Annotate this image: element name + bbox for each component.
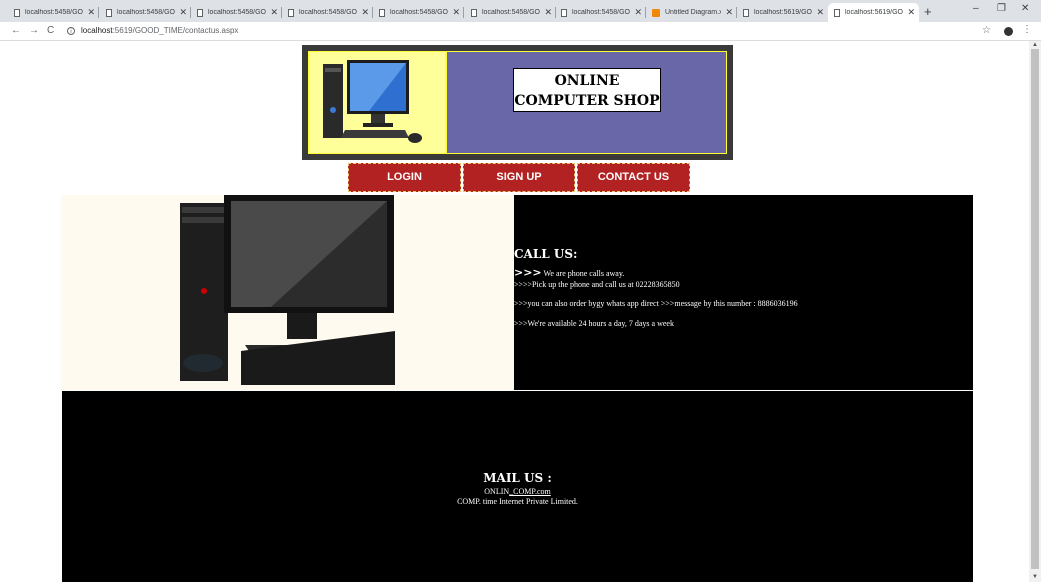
call-us-line-1-text: We are phone calls away. — [541, 269, 625, 278]
page-icon — [743, 8, 749, 17]
page-icon — [471, 8, 477, 17]
header-computer-image — [309, 52, 447, 153]
desktop-pc-image — [180, 195, 395, 385]
call-us-heading: CALL US: — [514, 247, 578, 261]
tab-separator — [463, 7, 464, 18]
browser-tab[interactable]: localhost:5458/GOO ✕ — [191, 3, 282, 22]
contact-us-button[interactable]: CONTACT US — [577, 163, 690, 192]
arrows-glyph: >>> — [514, 266, 542, 279]
diagram-icon — [652, 8, 660, 17]
new-tab-button[interactable]: + — [924, 4, 932, 19]
site-title-box: ONLINE COMPUTER SHOP — [513, 68, 661, 112]
close-tab-icon[interactable]: ✕ — [816, 7, 824, 18]
url-path: :5619/GOOD_TIME/contactus.aspx — [112, 26, 239, 35]
product-image-panel — [61, 195, 514, 390]
mail-address-link[interactable]: _COMP.com — [509, 487, 551, 496]
close-tab-icon[interactable]: ✕ — [179, 7, 187, 18]
forward-icon[interactable]: → — [29, 25, 39, 36]
info-icon[interactable]: i — [67, 26, 75, 35]
tab-title: localhost:5458/GOO — [208, 9, 267, 16]
page-icon — [197, 8, 203, 17]
mail-us-heading: MAIL US : — [483, 471, 552, 485]
page-icon — [106, 8, 112, 17]
close-tab-icon[interactable]: ✕ — [634, 7, 642, 18]
tab-title: localhost:5458/GOO — [117, 9, 176, 16]
desktop-computer-icon — [323, 60, 422, 143]
browser-tab[interactable]: localhost:5458/GOO ✕ — [465, 3, 556, 22]
scroll-up-icon[interactable]: ▲ — [1032, 42, 1038, 48]
tab-title: localhost:5458/GOO — [572, 9, 631, 16]
restore-button[interactable]: ❐ — [997, 3, 1006, 14]
back-icon[interactable]: ← — [11, 25, 21, 36]
tab-title: localhost:5619/GOO — [845, 9, 904, 16]
page-icon — [561, 8, 567, 17]
browser-tab[interactable]: localhost:5619/GOO ✕ — [737, 3, 828, 22]
site-header-inner: ONLINE COMPUTER SHOP — [308, 51, 727, 154]
tab-title: Untitled Diagram.x — [665, 9, 722, 16]
page-icon — [14, 8, 20, 17]
close-tab-icon[interactable]: ✕ — [270, 7, 278, 18]
extension-icon[interactable] — [1004, 27, 1013, 36]
tab-title: localhost:5458/GOO — [25, 9, 84, 16]
call-us-line-1: >>> We are phone calls away. — [514, 266, 624, 279]
url-host: localhost — [81, 26, 113, 35]
page-icon — [834, 8, 840, 17]
address-bar-row: ← → C i localhost:5619/GOOD_TIME/contact… — [0, 22, 1041, 41]
company-name: COMP. time Internet Private Limited. — [457, 497, 578, 506]
close-tab-icon[interactable]: ✕ — [725, 7, 733, 18]
tab-title: localhost:5619/GOO — [754, 9, 813, 16]
call-us-line-3: >>>you can also order bygy whats app dir… — [514, 299, 798, 308]
close-tab-icon[interactable]: ✕ — [907, 7, 915, 18]
browser-tab[interactable]: localhost:5458/GOO ✕ — [282, 3, 373, 22]
browser-tab[interactable]: Untitled Diagram.x ✕ — [646, 3, 737, 22]
page-icon — [379, 8, 385, 17]
login-button[interactable]: LOGIN — [348, 163, 461, 192]
close-tab-icon[interactable]: ✕ — [87, 7, 95, 18]
url-field[interactable]: i localhost:5619/GOOD_TIME/contactus.asp… — [67, 26, 238, 35]
close-window-button[interactable]: ✕ — [1021, 3, 1029, 14]
browser-tab[interactable]: localhost:5458/GOO ✕ — [555, 3, 646, 22]
tab-title: localhost:5458/GOO — [390, 9, 449, 16]
close-tab-icon[interactable]: ✕ — [452, 7, 460, 18]
minimize-button[interactable]: – — [973, 3, 979, 14]
browser-tab[interactable]: localhost:5458/GOO ✕ — [100, 3, 191, 22]
browser-tab[interactable]: localhost:5458/GOO ✕ — [8, 3, 99, 22]
close-tab-icon[interactable]: ✕ — [361, 7, 369, 18]
close-tab-icon[interactable]: ✕ — [544, 7, 552, 18]
mail-address: ONLIN_COMP.com — [62, 487, 973, 496]
mail-us-footer: MAIL US : ONLIN_COMP.com COMP. time Inte… — [62, 391, 973, 582]
call-us-line-4: >>>We're available 24 hours a day, 7 day… — [514, 319, 674, 328]
mail-address-prefix: ONLIN — [484, 487, 510, 496]
tab-title: localhost:5458/GOO — [482, 9, 541, 16]
browser-tab[interactable]: localhost:5458/GOO ✕ — [373, 3, 464, 22]
page-icon — [288, 8, 294, 17]
tab-title: localhost:5458/GOO — [299, 9, 358, 16]
scrollbar-thumb[interactable] — [1031, 49, 1039, 569]
site-header: ONLINE COMPUTER SHOP — [302, 45, 733, 160]
site-title-line2: COMPUTER SHOP — [514, 93, 660, 109]
tab-separator — [98, 7, 99, 18]
reload-icon[interactable]: C — [47, 25, 54, 36]
page-scrollbar[interactable]: ▲ ▼ — [1029, 41, 1041, 582]
call-us-panel: CALL US: >>> We are phone calls away. >>… — [514, 195, 973, 390]
site-title-line1: ONLINE — [554, 73, 620, 89]
browser-tab[interactable]: localhost:5619/GOO ✕ — [828, 3, 919, 22]
menu-kebab-icon[interactable]: ⋮ — [1022, 24, 1032, 35]
browser-tab-bar: localhost:5458/GOO ✕ localhost:5458/GOO ✕ lo… — [0, 0, 1041, 22]
scroll-down-icon[interactable]: ▼ — [1032, 574, 1038, 580]
signup-button[interactable]: SIGN UP — [463, 163, 575, 192]
bookmark-star-icon[interactable]: ☆ — [982, 25, 991, 36]
call-us-line-2: >>>>Pick up the phone and call us at 022… — [514, 280, 680, 289]
